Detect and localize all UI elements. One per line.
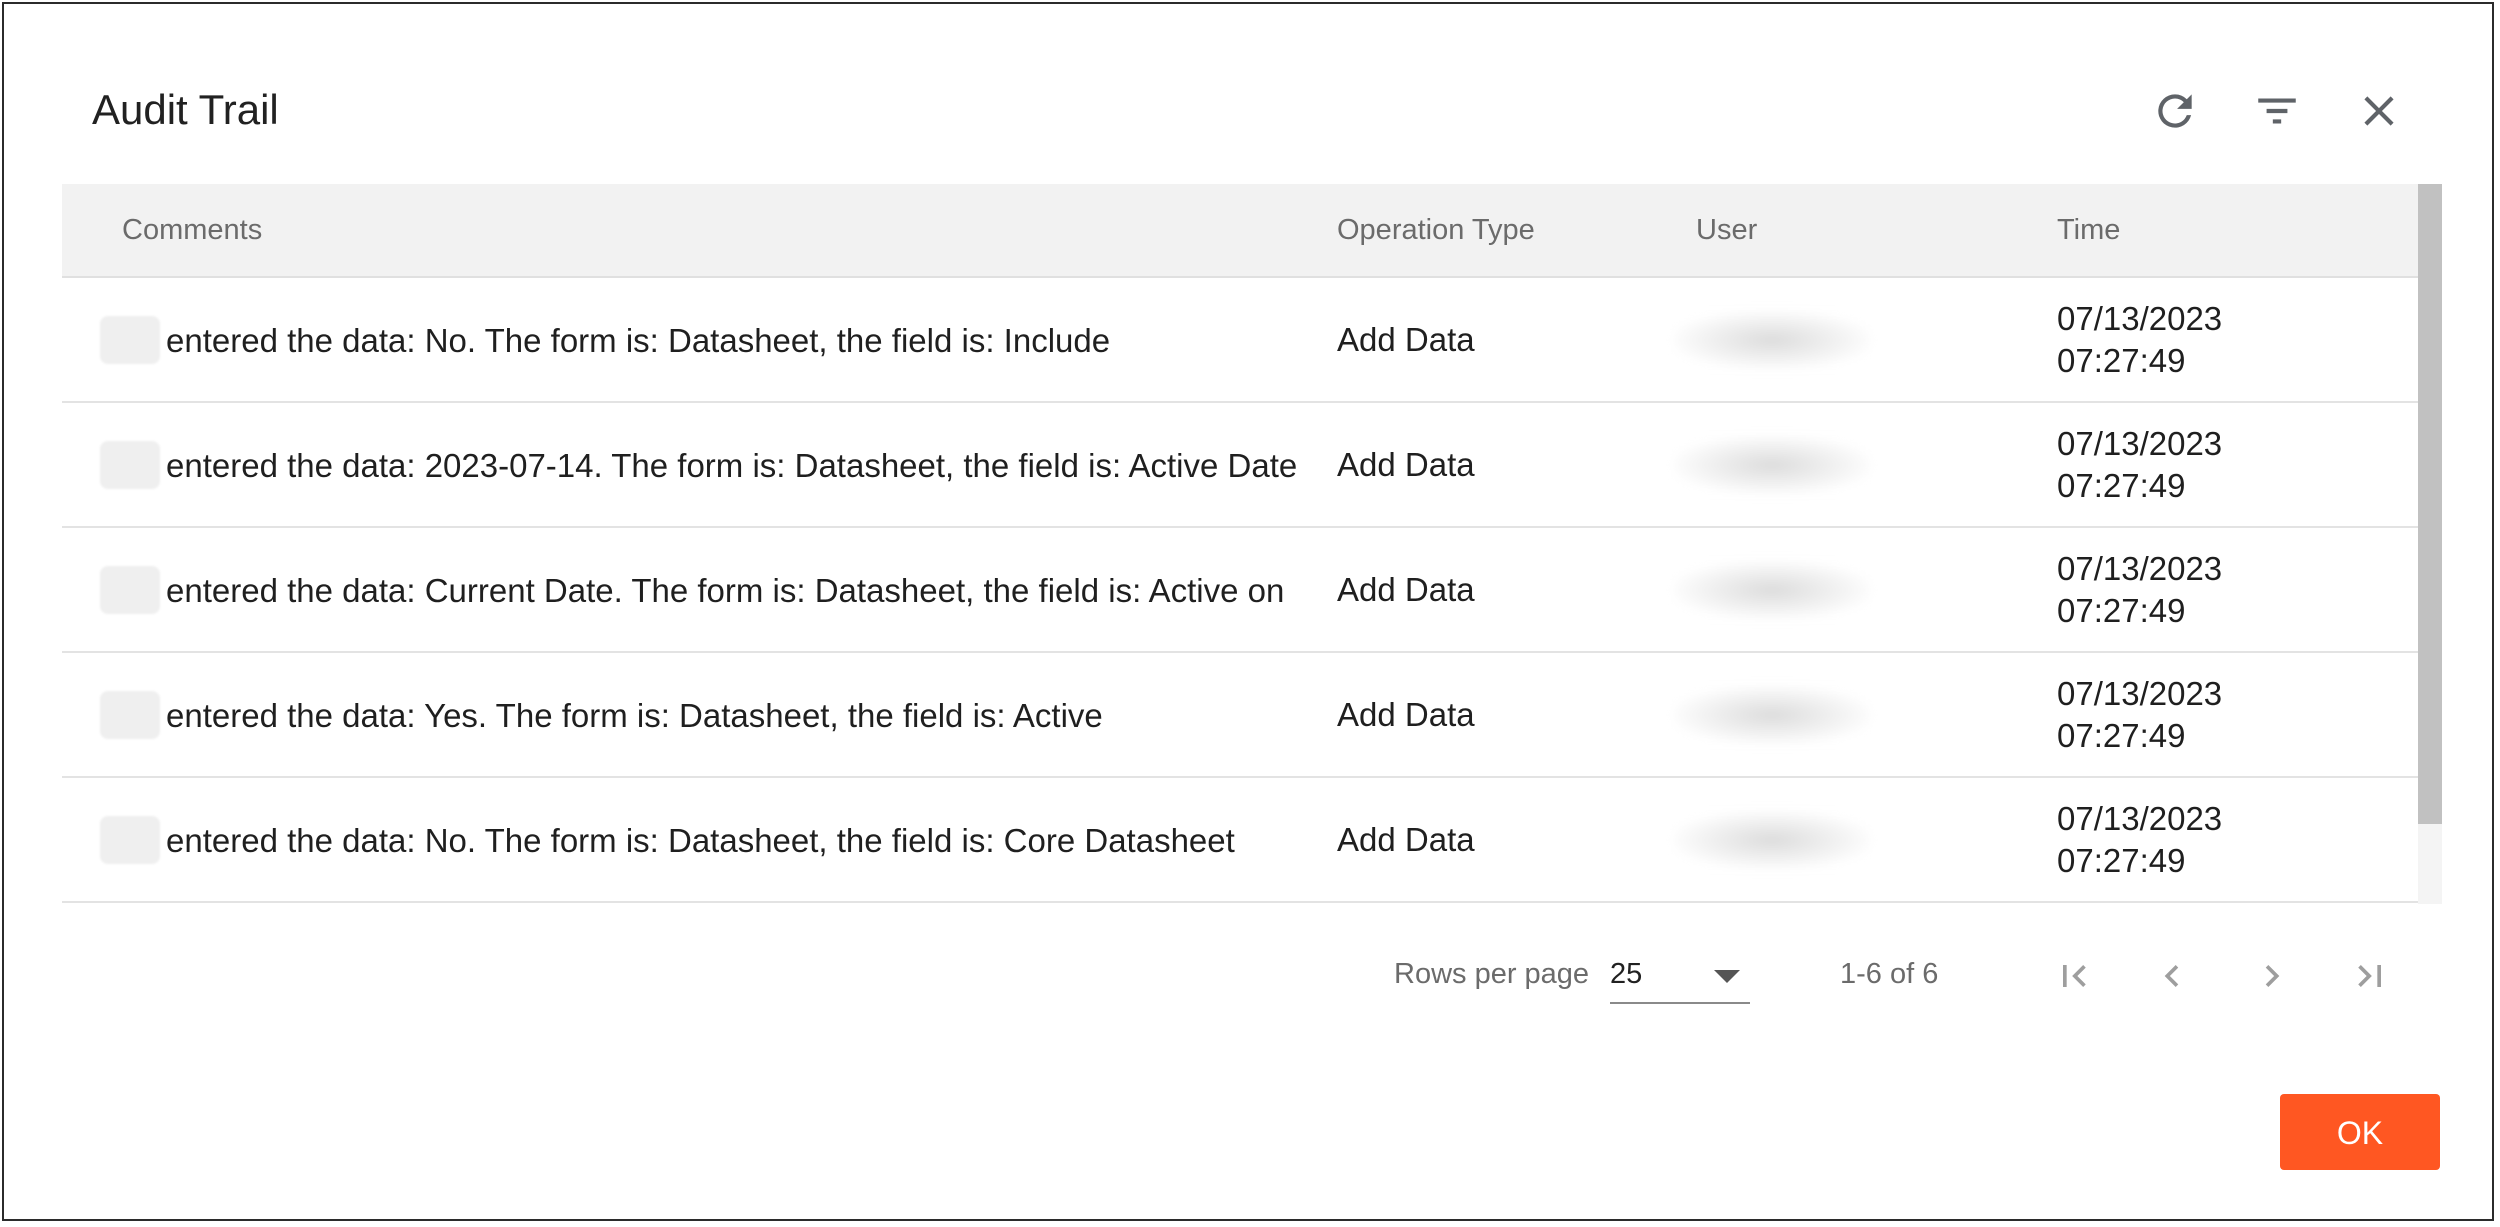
table-row[interactable]: entered the data: Current Date. The form… <box>62 528 2418 653</box>
user-cell <box>1672 403 2022 526</box>
dropdown-caret-icon <box>1714 970 1740 983</box>
time-date: 07/13/2023 <box>2057 424 2223 462</box>
comment-text: entered the data: Current Date. The form… <box>166 571 1285 609</box>
operation-type-cell: Add Data <box>1337 445 1475 483</box>
next-page-button[interactable] <box>2246 950 2298 1002</box>
first-page-button[interactable] <box>2048 950 2100 1002</box>
dialog-title: Audit Trail <box>92 86 279 133</box>
table-scrollbar-thumb[interactable] <box>2418 184 2442 824</box>
next-page-icon <box>2265 965 2280 987</box>
time-cell: 07/13/2023 07:27:49 <box>2057 528 2377 651</box>
time-cell: 07/13/2023 07:27:49 <box>2057 403 2377 526</box>
user-cell <box>1672 528 2022 651</box>
first-page-icon <box>2063 965 2086 987</box>
user-cell <box>1672 778 2022 901</box>
ok-button[interactable]: OK <box>2280 1094 2440 1170</box>
rows-per-page-select[interactable]: 25 <box>1610 946 1750 1004</box>
comment-text: entered the data: No. The form is: Datas… <box>166 821 1235 859</box>
user-cell <box>1672 278 2022 401</box>
redacted-user <box>1672 434 1872 495</box>
redacted-user <box>1672 559 1872 620</box>
comment-cell: entered the data: No. The form is: Datas… <box>100 278 1320 401</box>
refresh-button[interactable] <box>2148 84 2202 138</box>
time-clock: 07:27:49 <box>2057 716 2186 754</box>
table-row[interactable]: entered the data: Yes. The form is: Data… <box>62 653 2418 778</box>
comment-text: entered the data: No. The form is: Datas… <box>166 321 1111 359</box>
redacted-user <box>1672 309 1872 370</box>
column-header-operation-type[interactable]: Operation Type <box>1337 184 1535 276</box>
operation-type-cell: Add Data <box>1337 320 1475 358</box>
close-button[interactable] <box>2352 84 2406 138</box>
comment-text: entered the data: Yes. The form is: Data… <box>166 696 1103 734</box>
time-date: 07/13/2023 <box>2057 549 2223 587</box>
table-header: Comments Operation Type User Time <box>62 184 2418 278</box>
comment-cell: entered the data: Yes. The form is: Data… <box>100 653 1320 776</box>
table-row[interactable]: entered the data: No. The form is: Datas… <box>62 278 2418 403</box>
time-date: 07/13/2023 <box>2057 299 2223 337</box>
table-row[interactable]: entered the data: 2023-07-14. The form i… <box>62 403 2418 528</box>
time-clock: 07:27:49 <box>2057 466 2186 504</box>
audit-trail-dialog: Audit Trail Comments Operation Type User… <box>2 2 2494 1221</box>
pagination-bar: Rows per page 25 1-6 of 6 <box>4 946 2500 1006</box>
column-header-time[interactable]: Time <box>2057 184 2120 276</box>
rows-per-page-label: Rows per page <box>1394 958 1590 990</box>
time-clock: 07:27:49 <box>2057 841 2186 879</box>
time-clock: 07:27:49 <box>2057 341 2186 379</box>
user-cell <box>1672 653 2022 776</box>
close-icon <box>2364 96 2394 126</box>
column-header-comments[interactable]: Comments <box>122 184 262 276</box>
time-clock: 07:27:49 <box>2057 591 2186 629</box>
redacted-user-name <box>100 565 160 614</box>
redacted-user-name <box>100 815 160 864</box>
redacted-user-name <box>100 315 160 364</box>
column-header-user[interactable]: User <box>1696 184 1757 276</box>
previous-page-button[interactable] <box>2146 950 2198 1002</box>
comment-cell: entered the data: No. The form is: Datas… <box>100 778 1320 901</box>
table-row[interactable]: entered the data: No. The form is: Datas… <box>62 778 2418 903</box>
previous-page-icon <box>2164 965 2179 987</box>
operation-type-cell: Add Data <box>1337 820 1475 858</box>
filter-button[interactable] <box>2250 84 2304 138</box>
comment-text: entered the data: 2023-07-14. The form i… <box>166 446 1298 484</box>
redacted-user-name <box>100 690 160 739</box>
refresh-icon <box>2158 94 2192 128</box>
last-page-button[interactable] <box>2344 950 2396 1002</box>
time-date: 07/13/2023 <box>2057 674 2223 712</box>
time-date: 07/13/2023 <box>2057 799 2223 837</box>
operation-type-cell: Add Data <box>1337 695 1475 733</box>
pagination-range: 1-6 of 6 <box>1840 958 1939 990</box>
redacted-user <box>1672 684 1872 745</box>
time-cell: 07/13/2023 07:27:49 <box>2057 653 2377 776</box>
time-cell: 07/13/2023 07:27:49 <box>2057 278 2377 401</box>
redacted-user-name <box>100 440 160 489</box>
redacted-user <box>1672 809 1872 870</box>
comment-cell: entered the data: Current Date. The form… <box>100 528 1320 651</box>
filter-icon <box>2258 98 2296 124</box>
audit-table: Comments Operation Type User Time entere… <box>62 184 2418 904</box>
last-page-icon <box>2358 965 2381 987</box>
operation-type-cell: Add Data <box>1337 570 1475 608</box>
comment-cell: entered the data: 2023-07-14. The form i… <box>100 403 1320 526</box>
rows-per-page-value: 25 <box>1610 958 1643 990</box>
time-cell: 07/13/2023 07:27:49 <box>2057 778 2377 901</box>
dialog-toolbar <box>2148 84 2406 138</box>
